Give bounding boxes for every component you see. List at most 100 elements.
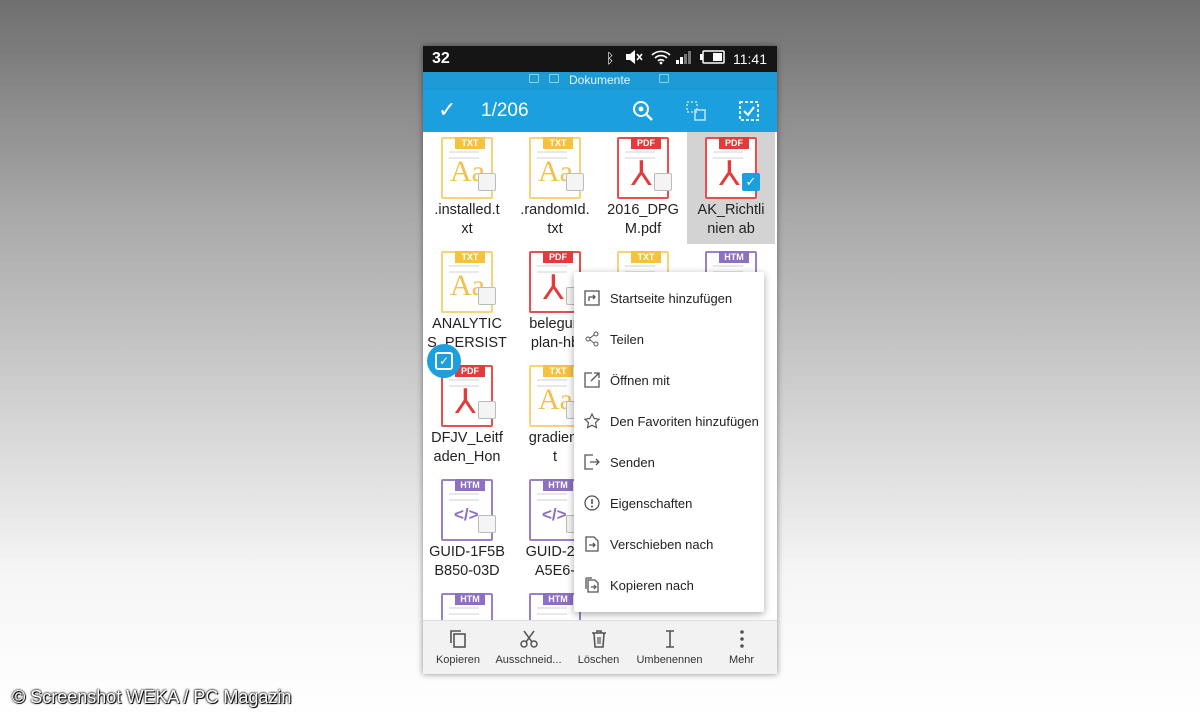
file-type-tag: TXT	[543, 137, 573, 149]
select-checkbox[interactable]	[566, 173, 584, 191]
menu-item-label: Senden	[610, 455, 655, 470]
file-icon-line	[449, 265, 479, 267]
select-fab[interactable]: ✓	[427, 344, 461, 378]
notification-label: Dokumente	[569, 73, 631, 87]
rename-icon	[633, 629, 706, 651]
menu-item[interactable]: Eigenschaften	[574, 483, 764, 524]
bottom-action-label: Ausschneid...	[495, 654, 562, 666]
notification-count: 32	[432, 50, 450, 67]
select-checkbox[interactable]	[478, 401, 496, 419]
select-checkbox[interactable]: ✓	[742, 173, 760, 191]
file-glyph: ⅄	[719, 155, 740, 193]
image-credit: © Screenshot WEKA / PC Magazin	[12, 687, 292, 707]
star-icon	[583, 412, 601, 431]
bottom-action-label: Umbenennen	[636, 654, 703, 666]
bottom-action-label: Löschen	[577, 654, 620, 666]
file-glyph: ⅄	[455, 383, 476, 421]
file-glyph: </>	[454, 505, 479, 524]
select-checkbox[interactable]	[654, 173, 672, 191]
bottom-action-label: Mehr	[728, 654, 755, 666]
menu-item-label: Den Favoriten hinzufügen	[610, 414, 759, 429]
bottom-action-3[interactable]: Umbenennen	[633, 621, 706, 674]
file-item[interactable]: TXT Aa .randomId. txt	[511, 132, 599, 244]
file-type-tag: PDF	[631, 137, 661, 149]
mute-icon	[624, 49, 644, 69]
bottom-action-4[interactable]: Mehr	[706, 621, 777, 674]
info-icon	[583, 495, 601, 513]
file-type-tag: TXT	[543, 365, 573, 377]
menu-item[interactable]: Startseite hinzufügen	[574, 278, 764, 319]
phone-screen: 32 ᛒ 11:41 Dokumente ✓ 1/206 TXT Aa .ins…	[423, 46, 777, 674]
file-type-tag: HTM	[543, 479, 573, 491]
file-name: .randomId. txt	[520, 202, 590, 237]
send-icon	[583, 454, 601, 472]
menu-item-label: Öffnen mit	[610, 373, 670, 388]
more-icon	[706, 629, 777, 651]
copy-icon	[423, 629, 493, 651]
check-icon[interactable]: ✓	[438, 97, 456, 123]
file-name: .installed.t xt	[434, 202, 500, 237]
select-all-icon[interactable]	[737, 99, 761, 123]
file-item[interactable]: HTM </> GUID-1F5B B850-03D	[423, 474, 511, 586]
menu-item[interactable]: Öffnen mit	[574, 360, 764, 401]
select-checkbox[interactable]	[478, 173, 496, 191]
file-icon-line	[625, 151, 655, 153]
file-icon-line	[625, 265, 655, 267]
file-item[interactable]: TXT Aa ANALYTIC S_PERSIST	[423, 246, 511, 358]
file-icon-line	[449, 499, 479, 501]
file-item[interactable]: TXT Aa .installed.t xt	[423, 132, 511, 244]
file-name: DFJV_Leitf aden_Hon	[431, 430, 503, 465]
file-glyph: ⅄	[631, 155, 652, 193]
file-icon-line	[713, 151, 743, 153]
menu-item[interactable]: Senden	[574, 442, 764, 483]
file-icon-line	[537, 499, 567, 501]
menu-item[interactable]: Kopieren nach	[574, 565, 764, 606]
status-bar: 32 ᛒ 11:41	[423, 46, 777, 72]
select-checkbox[interactable]	[478, 515, 496, 533]
menu-item[interactable]: Teilen	[574, 319, 764, 360]
file-icon-line	[449, 493, 479, 495]
bottom-action-label: Kopieren	[435, 654, 481, 666]
file-icon-line	[449, 151, 479, 153]
file-icon-line	[537, 613, 567, 615]
file-name: AK_Richtli nien ab	[697, 202, 765, 237]
wifi-icon	[651, 49, 671, 69]
convert-icon[interactable]	[684, 99, 708, 123]
menu-item-label: Kopieren nach	[610, 578, 694, 593]
clock: 11:41	[733, 51, 767, 67]
notification-app-icon	[529, 74, 539, 83]
file-icon-line	[449, 613, 479, 615]
copy-to-icon	[583, 577, 601, 595]
file-type-tag: TXT	[455, 137, 485, 149]
scissors-icon	[493, 629, 564, 651]
move-icon	[583, 536, 601, 554]
select-checkbox[interactable]	[478, 287, 496, 305]
file-name: GUID-1F5B B850-03D	[429, 544, 505, 579]
battery-icon	[700, 49, 726, 69]
menu-item-label: Startseite hinzufügen	[610, 291, 733, 306]
file-icon-line	[713, 265, 743, 267]
file-icon-line	[449, 607, 479, 609]
menu-item-label: Verschieben nach	[610, 537, 714, 552]
file-icon-line	[537, 379, 567, 381]
file-item[interactable]: PDF ⅄ ✓ AK_Richtli nien ab	[687, 132, 775, 244]
search-icon[interactable]	[631, 99, 655, 123]
bottom-action-0[interactable]: Kopieren	[423, 621, 493, 674]
file-glyph: </>	[542, 505, 567, 524]
file-type-tag: HTM	[719, 251, 749, 263]
share-icon	[583, 331, 601, 349]
file-item[interactable]: PDF ⅄ DFJV_Leitf aden_Hon	[423, 360, 511, 472]
open-with-icon	[583, 372, 601, 390]
bottom-action-2[interactable]: Löschen	[564, 621, 633, 674]
trash-icon	[564, 629, 633, 651]
menu-item-label: Eigenschaften	[610, 496, 693, 511]
image-icon	[549, 74, 559, 83]
menu-item-label: Teilen	[610, 332, 644, 347]
file-type-tag: HTM	[455, 479, 485, 491]
file-icon-line	[537, 607, 567, 609]
bottom-action-1[interactable]: Ausschneid...	[493, 621, 564, 674]
bottom-action-bar: Kopieren Ausschneid... Löschen Umbenennen Me…	[423, 620, 777, 674]
menu-item[interactable]: Verschieben nach	[574, 524, 764, 565]
file-item[interactable]: PDF ⅄ 2016_DPG M.pdf	[599, 132, 687, 244]
menu-item[interactable]: Den Favoriten hinzufügen	[574, 401, 764, 442]
